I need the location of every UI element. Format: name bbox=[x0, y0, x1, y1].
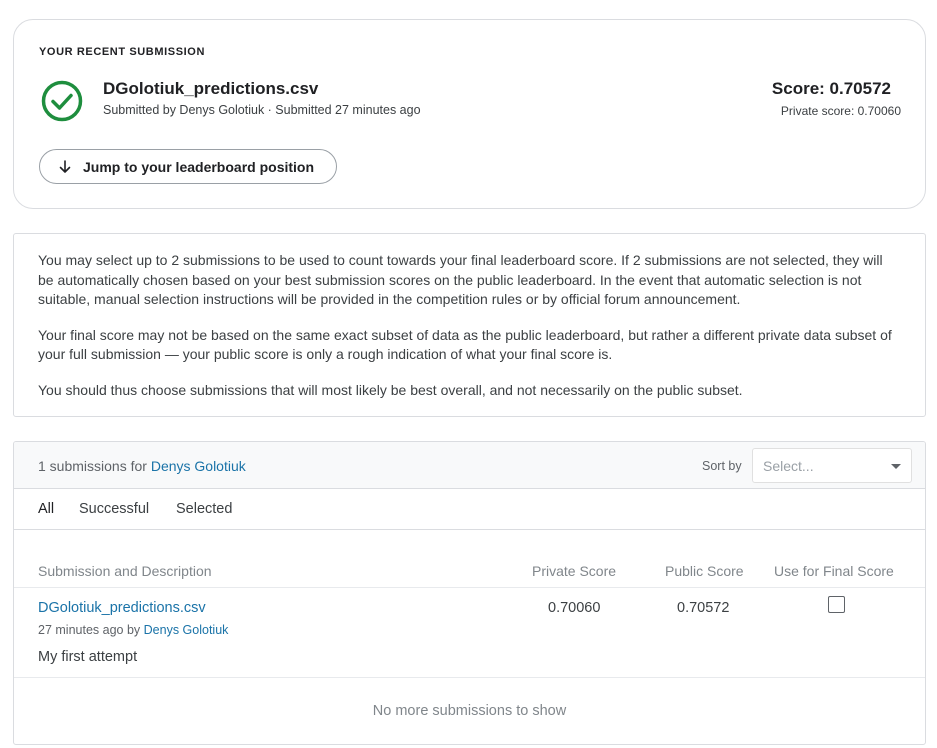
submission-tabs: All Successful Selected bbox=[14, 489, 925, 530]
chevron-down-icon bbox=[891, 464, 901, 469]
no-more-submissions: No more submissions to show bbox=[372, 703, 567, 719]
submissions-panel: 1 submissions for Denys Golotiuk Sort by… bbox=[13, 441, 926, 745]
selection-info-box: You may select up to 2 submissions to be… bbox=[13, 233, 926, 417]
submissions-count-text: 1 submissions for bbox=[38, 458, 147, 474]
check-circle-icon bbox=[41, 80, 83, 122]
table-header: Submission and Description Private Score… bbox=[14, 530, 925, 588]
submissions-header: 1 submissions for Denys Golotiuk Sort by… bbox=[14, 442, 925, 489]
tab-successful[interactable]: Successful bbox=[79, 501, 149, 517]
info-paragraph-1: You may select up to 2 submissions to be… bbox=[38, 252, 883, 307]
tab-selected[interactable]: Selected bbox=[176, 501, 232, 517]
recent-submission-heading: YOUR RECENT SUBMISSION bbox=[39, 46, 205, 58]
submission-user-link[interactable]: Denys Golotiuk bbox=[144, 623, 229, 637]
use-for-final-checkbox[interactable] bbox=[828, 596, 845, 613]
submission-public-score: 0.70572 bbox=[677, 600, 730, 616]
recent-submitted-meta: Submitted by Denys Golotiuk · Submitted … bbox=[103, 103, 421, 117]
column-header-use-for-final: Use for Final Score bbox=[774, 563, 894, 579]
submission-time: 27 minutes ago by bbox=[38, 623, 141, 637]
jump-button-label: Jump to your leaderboard position bbox=[83, 158, 315, 175]
arrow-down-icon bbox=[58, 159, 72, 174]
tab-all[interactable]: All bbox=[38, 501, 54, 517]
table-row: DGolotiuk_predictions.csv 27 minutes ago… bbox=[14, 588, 925, 678]
recent-file-name: DGolotiuk_predictions.csv bbox=[103, 79, 319, 98]
jump-to-leaderboard-button[interactable]: Jump to your leaderboard position bbox=[39, 149, 337, 184]
recent-private-score: Private score: 0.70060 bbox=[780, 104, 901, 118]
submission-description: My first attempt bbox=[38, 649, 138, 665]
column-header-public-score: Public Score bbox=[665, 563, 744, 579]
submission-meta: 27 minutes ago by Denys Golotiuk bbox=[38, 623, 228, 637]
column-header-description: Submission and Description bbox=[38, 563, 212, 579]
submissions-count: 1 submissions for Denys Golotiuk bbox=[38, 458, 246, 474]
info-paragraph-2: Your final score may not be based on the… bbox=[38, 326, 892, 363]
submission-private-score: 0.70060 bbox=[548, 600, 601, 616]
submissions-user-link[interactable]: Denys Golotiuk bbox=[151, 458, 246, 474]
sort-select[interactable]: Select... bbox=[752, 448, 912, 483]
column-header-private-score: Private Score bbox=[532, 563, 617, 579]
sort-select-placeholder: Select... bbox=[763, 458, 814, 474]
info-paragraph-3: You should thus choose submissions that … bbox=[38, 381, 743, 398]
recent-submission-card: YOUR RECENT SUBMISSION DGolotiuk_predict… bbox=[13, 19, 926, 209]
recent-score: Score: 0.70572 bbox=[771, 79, 891, 98]
sort-by-label: Sort by bbox=[702, 459, 742, 473]
submission-file-link[interactable]: DGolotiuk_predictions.csv bbox=[38, 600, 206, 616]
